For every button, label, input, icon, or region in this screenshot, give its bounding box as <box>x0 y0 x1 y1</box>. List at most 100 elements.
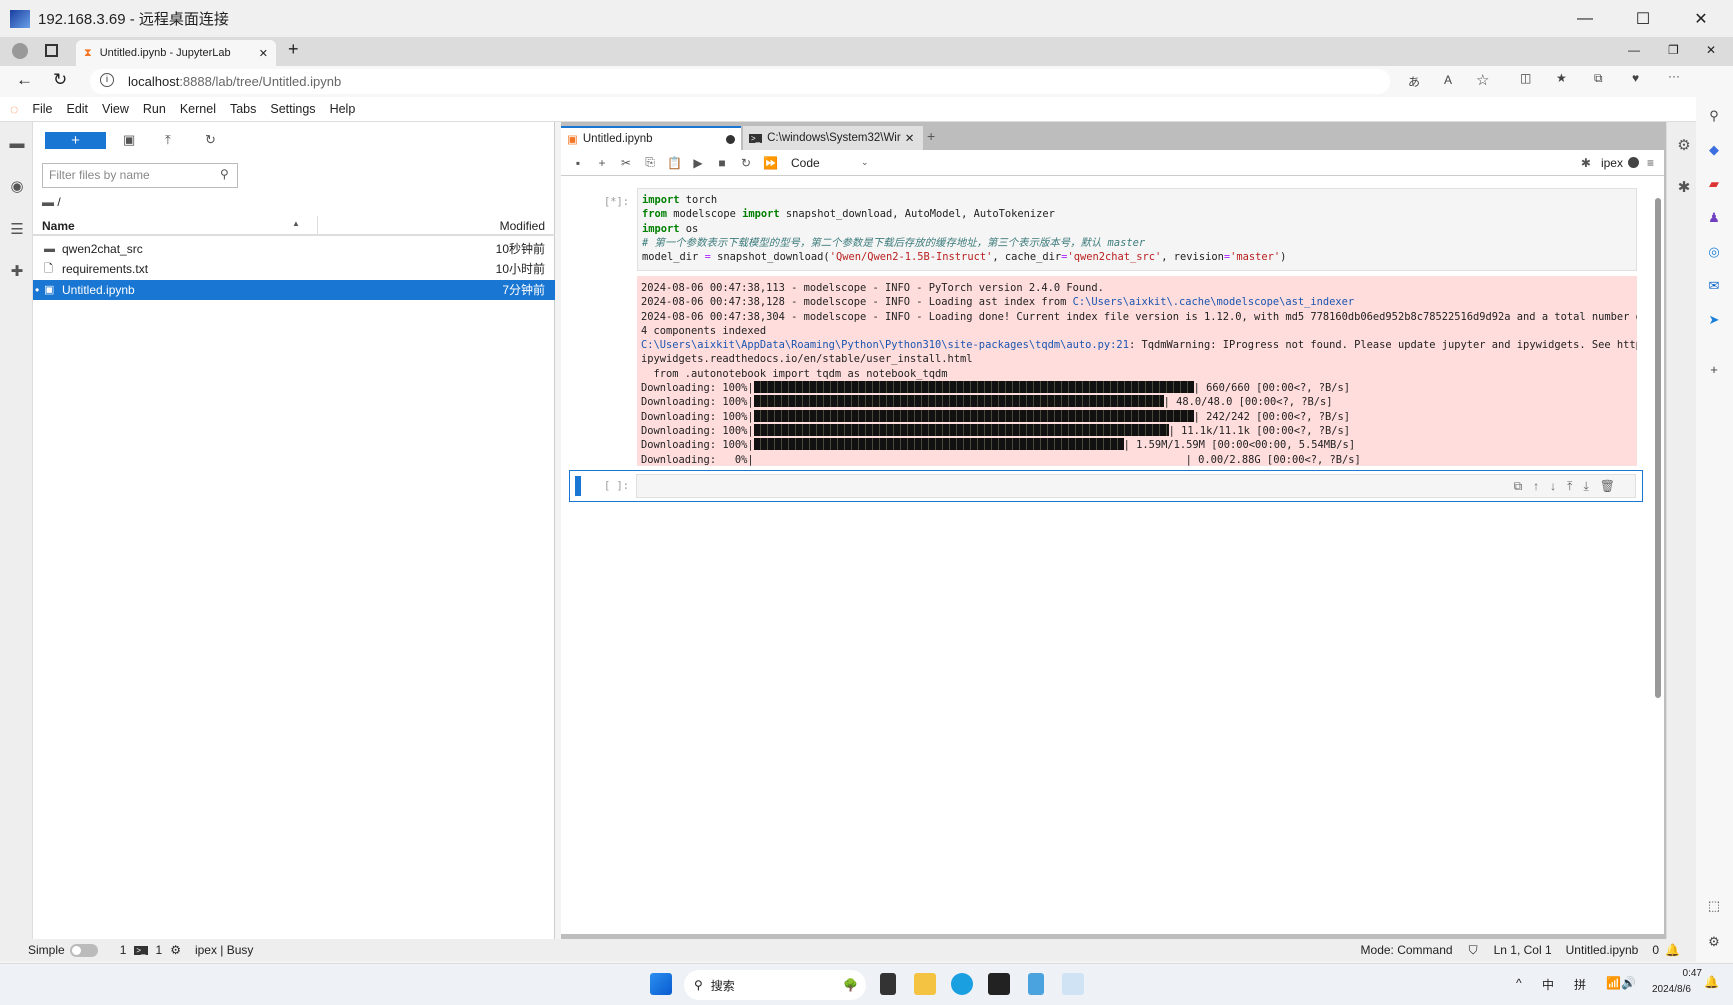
ime-mode[interactable]: 拼 <box>1574 976 1586 993</box>
info-icon[interactable]: i <box>100 73 114 87</box>
paste-icon[interactable]: 📋 <box>667 156 682 170</box>
run-icon[interactable]: ▶ <box>691 156 705 170</box>
kernel-name[interactable]: ipex <box>1601 156 1623 170</box>
kernel-status[interactable]: ipex | Busy <box>195 943 253 957</box>
outlook-icon[interactable]: ✉ <box>1706 278 1722 294</box>
tab-terminal[interactable]: >_ C:\windows\System32\Wir ✕ <box>743 126 923 150</box>
cursor-position[interactable]: Ln 1, Col 1 <box>1494 943 1552 957</box>
property-inspector-icon[interactable]: ⚙ <box>1675 136 1693 154</box>
minimize-button[interactable]: — <box>1556 0 1614 37</box>
wifi-volume-icon[interactable]: 📶🔊 <box>1606 976 1636 990</box>
output-path-link[interactable]: C:\Users\aixkit\.cache\modelscope\ast_in… <box>1073 296 1355 308</box>
kernel-count[interactable]: 1 <box>156 943 163 957</box>
tab-actions-icon[interactable] <box>45 44 58 57</box>
edge-icon[interactable] <box>951 973 973 995</box>
property-inspector-icon[interactable]: ≡ <box>1647 156 1654 170</box>
browser-close[interactable]: ✕ <box>1706 43 1716 57</box>
favorites-icon[interactable]: ★ <box>1556 71 1567 85</box>
profile-icon[interactable] <box>12 43 28 59</box>
search-icon[interactable]: ⚲ <box>1706 108 1722 124</box>
insert-above-icon[interactable]: ⤒ <box>1567 479 1583 493</box>
notepad-icon[interactable] <box>1028 973 1044 995</box>
notification-bell-icon[interactable]: 🔔 <box>1704 975 1719 989</box>
task-view-icon[interactable] <box>880 973 896 995</box>
bell-icon[interactable]: 🔔 <box>1665 943 1680 957</box>
split-screen-icon[interactable]: ◫ <box>1520 71 1531 85</box>
output-path-link[interactable]: C:\Users\aixkit\AppData\Roaming\Python\P… <box>641 339 1129 351</box>
toc-icon[interactable]: ☰ <box>8 220 26 238</box>
stop-icon[interactable]: ■ <box>715 156 729 170</box>
copy-icon[interactable]: ⎘ <box>643 155 657 170</box>
more-icon[interactable]: ··· <box>1668 69 1680 83</box>
restart-icon[interactable]: ↻ <box>739 156 753 170</box>
new-tab-button[interactable]: + <box>288 39 299 60</box>
settings-icon[interactable]: ⚙ <box>1706 934 1722 950</box>
menu-view[interactable]: View <box>102 102 129 116</box>
new-launcher-button[interactable]: + <box>45 132 106 149</box>
menu-kernel[interactable]: Kernel <box>180 102 216 116</box>
column-name[interactable]: Name <box>42 219 75 233</box>
running-icon[interactable]: ◉ <box>8 177 26 195</box>
unsaved-dot-icon[interactable] <box>726 134 735 144</box>
add-icon[interactable]: + <box>1706 362 1722 378</box>
screenshot-icon[interactable]: ⬚ <box>1706 898 1722 914</box>
file-row-selected[interactable]: • ▣ Untitled.ipynb 7分钟前 <box>33 280 555 300</box>
browser-restore[interactable]: ❐ <box>1668 43 1679 57</box>
move-up-icon[interactable]: ↑ <box>1533 479 1550 493</box>
breadcrumb-root[interactable]: / <box>57 195 60 209</box>
close-button[interactable]: ✕ <box>1672 0 1730 37</box>
scrollbar-thumb[interactable] <box>1655 198 1661 698</box>
collections-icon[interactable]: ⧉ <box>1594 71 1603 86</box>
tab-close-button[interactable]: ✕ <box>905 131 915 145</box>
file-row[interactable]: ▬ qwen2chat_src 10秒钟前 <box>33 239 555 259</box>
notification-count[interactable]: 0 <box>1652 943 1659 957</box>
tray-chevron-icon[interactable]: ^ <box>1516 976 1522 990</box>
browser-minimize[interactable]: — <box>1628 43 1640 57</box>
file-explorer-icon[interactable] <box>914 973 936 995</box>
restart-run-all-icon[interactable]: ⏩ <box>763 156 778 170</box>
code-cell-input-empty[interactable] <box>636 474 1636 498</box>
save-icon[interactable]: ▪ <box>571 156 585 170</box>
refresh-icon[interactable]: ↻ <box>205 132 216 148</box>
menu-help[interactable]: Help <box>330 102 356 116</box>
debugger-icon[interactable]: ✱ <box>1581 156 1591 170</box>
terminal-app-icon[interactable] <box>988 973 1010 995</box>
browser-tab-jupyter[interactable]: ⧗ Untitled.ipynb - JupyterLab ✕ <box>76 40 276 66</box>
code-cell-input[interactable]: import torch from modelscope import snap… <box>637 188 1637 271</box>
ime-language[interactable]: 中 <box>1542 976 1554 993</box>
chevron-down-icon[interactable]: ⌄ <box>861 157 869 168</box>
code-cell-active[interactable]: [ ]: ⧉↑↓⤒⤓🗑 <box>569 470 1643 502</box>
favorite-icon[interactable]: ☆ <box>1476 71 1489 89</box>
delete-cell-icon[interactable]: 🗑 <box>1600 479 1626 493</box>
breadcrumb[interactable]: ▬ / <box>42 195 61 209</box>
back-icon[interactable]: ← <box>16 70 33 90</box>
taskbar-search[interactable]: ⚲ 搜索 🌳 <box>684 970 866 1000</box>
reload-icon[interactable]: ↻ <box>53 70 67 90</box>
start-icon[interactable] <box>650 973 672 995</box>
menu-run[interactable]: Run <box>143 102 166 116</box>
clock-date[interactable]: 2024/8/6 <box>1652 984 1691 995</box>
insert-below-icon[interactable]: ⤓ <box>1583 479 1599 493</box>
cell-type-select[interactable]: Code <box>791 156 861 170</box>
menu-edit[interactable]: Edit <box>66 102 88 116</box>
shopping-icon[interactable]: ◆ <box>1706 142 1722 158</box>
new-folder-icon[interactable]: ▣ <box>123 132 135 148</box>
tab-untitled-notebook[interactable]: ▣ Untitled.ipynb <box>561 126 741 150</box>
send-icon[interactable]: ➤ <box>1706 312 1722 328</box>
duplicate-cell-icon[interactable]: ⧉ <box>1514 479 1534 493</box>
cell-collapser[interactable] <box>575 476 581 496</box>
column-modified[interactable]: Modified <box>500 219 545 233</box>
extension-icon[interactable]: ♥ <box>1632 71 1639 85</box>
upload-icon[interactable]: ⤒ <box>165 132 171 148</box>
read-aloud-icon[interactable]: A <box>1444 73 1452 87</box>
cut-icon[interactable]: ✂ <box>619 156 633 170</box>
resource-monitor-icon[interactable] <box>1062 973 1084 995</box>
menu-settings[interactable]: Settings <box>270 102 315 116</box>
translate-icon[interactable]: あ <box>1408 73 1420 90</box>
terminal-count[interactable]: 1 <box>120 943 127 957</box>
m365-icon[interactable]: ◎ <box>1706 244 1722 260</box>
extensions-icon[interactable]: ✚ <box>8 262 26 280</box>
menu-file[interactable]: File <box>32 102 52 116</box>
maximize-button[interactable]: ☐ <box>1614 0 1672 37</box>
clock-time[interactable]: 0:47 <box>1668 968 1702 979</box>
